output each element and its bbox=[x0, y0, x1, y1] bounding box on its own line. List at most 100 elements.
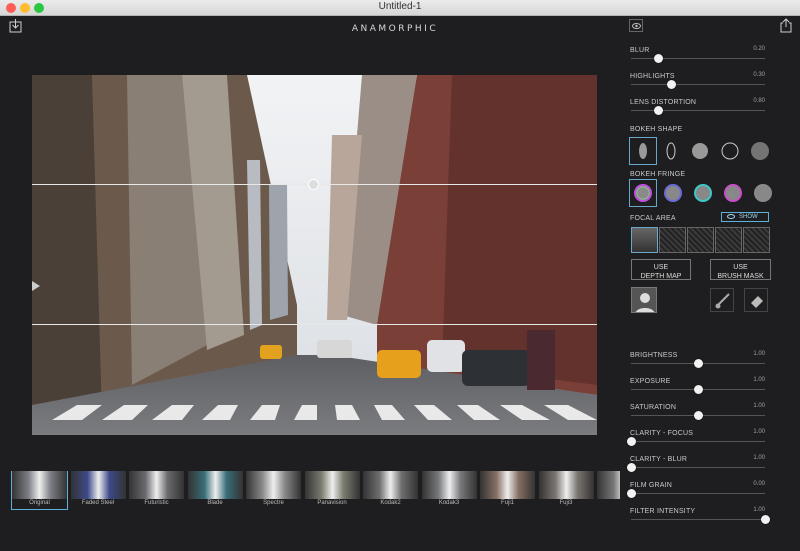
window-titlebar: Untitled-1 bbox=[0, 0, 800, 16]
focal-area-radial[interactable] bbox=[659, 227, 686, 253]
filter-preview-image bbox=[12, 471, 67, 499]
blur-slider-knob[interactable] bbox=[653, 54, 663, 63]
filter-thumbnail[interactable]: 2 bbox=[597, 471, 620, 509]
photo-canvas[interactable] bbox=[32, 75, 597, 435]
filter-thumbnail[interactable]: Fuji1 bbox=[480, 471, 535, 509]
saturation-label: SATURATION bbox=[630, 404, 677, 411]
saturation-slider-knob[interactable] bbox=[694, 411, 703, 420]
filter-preview-image bbox=[187, 471, 243, 499]
focal-area-ellipse[interactable] bbox=[687, 227, 714, 253]
filter-preview-image bbox=[538, 471, 594, 499]
city-street-photo bbox=[32, 75, 597, 435]
bokeh-fringe-option[interactable] bbox=[629, 179, 657, 207]
filter-thumbnail[interactable]: Original bbox=[11, 471, 68, 510]
filter-thumbnail[interactable]: Kodak2 bbox=[363, 471, 418, 509]
bokeh-fringe-option[interactable] bbox=[659, 179, 687, 207]
focal-area-linear[interactable] bbox=[631, 227, 658, 253]
filter-thumbnail[interactable]: Fuji3 bbox=[538, 471, 594, 509]
bokeh-shape-oval-filled[interactable] bbox=[629, 137, 657, 165]
filter-name: Faded Steel bbox=[81, 500, 115, 506]
focal-guide-handle[interactable] bbox=[308, 179, 319, 190]
saturation-slider-track[interactable] bbox=[631, 411, 765, 420]
eye-icon bbox=[727, 213, 735, 219]
clarity-blur-value: 1.00 bbox=[753, 455, 765, 461]
bokeh-shape-circle-filled[interactable] bbox=[686, 137, 714, 165]
blur-value: 0.20 bbox=[753, 46, 765, 52]
use-brush-mask-button[interactable]: USE BRUSH MASK bbox=[710, 259, 771, 280]
focal-area-full[interactable] bbox=[743, 227, 770, 253]
film-grain-value: 0.00 bbox=[753, 481, 765, 487]
filter-preview-image bbox=[129, 471, 184, 499]
film-grain-slider-track[interactable] bbox=[627, 489, 765, 498]
filter-name: Original bbox=[29, 500, 50, 506]
filter-intensity-slider-track[interactable] bbox=[631, 515, 770, 524]
filter-name: Fuji1 bbox=[500, 500, 514, 506]
fringe-swatch bbox=[694, 184, 712, 202]
clarity-focus-value: 1.00 bbox=[753, 429, 765, 435]
blur-slider-track[interactable] bbox=[631, 54, 765, 63]
filter-preview-image bbox=[70, 471, 126, 499]
bokeh-shape-circle-outline[interactable] bbox=[716, 137, 744, 165]
clarity-blur-slider-knob[interactable] bbox=[627, 463, 636, 472]
filter-name: Fuji3 bbox=[559, 500, 573, 506]
brightness-value: 1.00 bbox=[753, 351, 765, 357]
bokeh-fringe-option[interactable] bbox=[689, 179, 717, 207]
filter-thumbnail[interactable]: Kodak3 bbox=[421, 471, 477, 509]
brush-icon[interactable] bbox=[710, 288, 734, 312]
brightness-slider-track[interactable] bbox=[631, 359, 765, 368]
use-depth-map-button[interactable]: USE DEPTH MAP bbox=[631, 259, 691, 280]
bokeh-shape-label: BOKEH SHAPE bbox=[630, 126, 683, 133]
exposure-slider-track[interactable] bbox=[631, 385, 765, 394]
filter-preview-image bbox=[363, 471, 418, 499]
eye-icon[interactable] bbox=[629, 19, 643, 32]
clarity-focus-slider-track[interactable] bbox=[627, 437, 765, 446]
person-icon[interactable] bbox=[631, 287, 657, 313]
focal-bottom-guide[interactable] bbox=[32, 324, 597, 325]
filter-preview-image bbox=[246, 471, 301, 499]
clarity-blur-label: CLARITY - BLUR bbox=[630, 456, 688, 463]
lens-distortion-value: 0.80 bbox=[753, 98, 765, 104]
fringe-swatch bbox=[664, 184, 682, 202]
filter-thumbnail[interactable]: Blade bbox=[187, 471, 243, 509]
exposure-slider-knob[interactable] bbox=[694, 385, 703, 394]
highlights-slider-track[interactable] bbox=[631, 80, 765, 89]
film-grain-slider-knob[interactable] bbox=[627, 489, 636, 498]
filter-filmstrip: Original Faded Steel Futuristic Blade Spectr… bbox=[10, 471, 620, 511]
filter-thumbnail[interactable]: Spectre bbox=[246, 471, 301, 509]
highlights-value: 0.30 bbox=[753, 72, 765, 78]
filter-intensity-label: FILTER INTENSITY bbox=[630, 508, 696, 515]
bokeh-shape-circle-soft[interactable] bbox=[746, 137, 774, 165]
lens-distortion-slider-track[interactable] bbox=[631, 106, 765, 115]
lens-distortion-label: LENS DISTORTION bbox=[630, 99, 697, 106]
eraser-icon[interactable] bbox=[744, 288, 768, 312]
filter-name: Futuristic bbox=[144, 500, 169, 506]
bokeh-fringe-label: BOKEH FRINGE bbox=[630, 171, 686, 178]
clarity-focus-slider-knob[interactable] bbox=[627, 437, 636, 446]
fringe-swatch bbox=[724, 184, 742, 202]
filter-preview-image bbox=[597, 471, 620, 499]
bokeh-fringe-option[interactable] bbox=[749, 179, 777, 207]
filter-preview-image bbox=[421, 471, 477, 499]
blur-label: BLUR bbox=[630, 47, 650, 54]
lens-distortion-slider-knob[interactable] bbox=[653, 106, 663, 115]
film-grain-label: FILM GRAIN bbox=[630, 482, 673, 489]
filter-intensity-slider-knob[interactable] bbox=[761, 515, 770, 524]
brightness-slider-knob[interactable] bbox=[694, 359, 703, 368]
clarity-focus-label: CLARITY - FOCUS bbox=[630, 430, 694, 437]
bokeh-fringe-option[interactable] bbox=[719, 179, 747, 207]
highlights-slider-knob[interactable] bbox=[667, 80, 677, 89]
show-label: SHOW bbox=[739, 214, 758, 220]
filter-thumbnail[interactable]: Futuristic bbox=[129, 471, 184, 509]
show-focal-area-toggle[interactable]: SHOW bbox=[721, 212, 769, 222]
filter-thumbnail[interactable]: Faded Steel bbox=[70, 471, 126, 509]
filter-intensity-value: 1.00 bbox=[753, 507, 765, 513]
fringe-swatch bbox=[634, 184, 652, 202]
clarity-blur-slider-track[interactable] bbox=[627, 463, 765, 472]
bokeh-shape-oval-outline[interactable] bbox=[657, 137, 685, 165]
focal-area-mirror[interactable] bbox=[715, 227, 742, 253]
exposure-value: 1.00 bbox=[753, 377, 765, 383]
window-title: Untitled-1 bbox=[378, 1, 422, 12]
filter-name: Kodak2 bbox=[380, 500, 401, 506]
focal-area-label: FOCAL AREA bbox=[630, 215, 676, 222]
filter-thumbnail[interactable]: Panavision bbox=[304, 471, 360, 509]
